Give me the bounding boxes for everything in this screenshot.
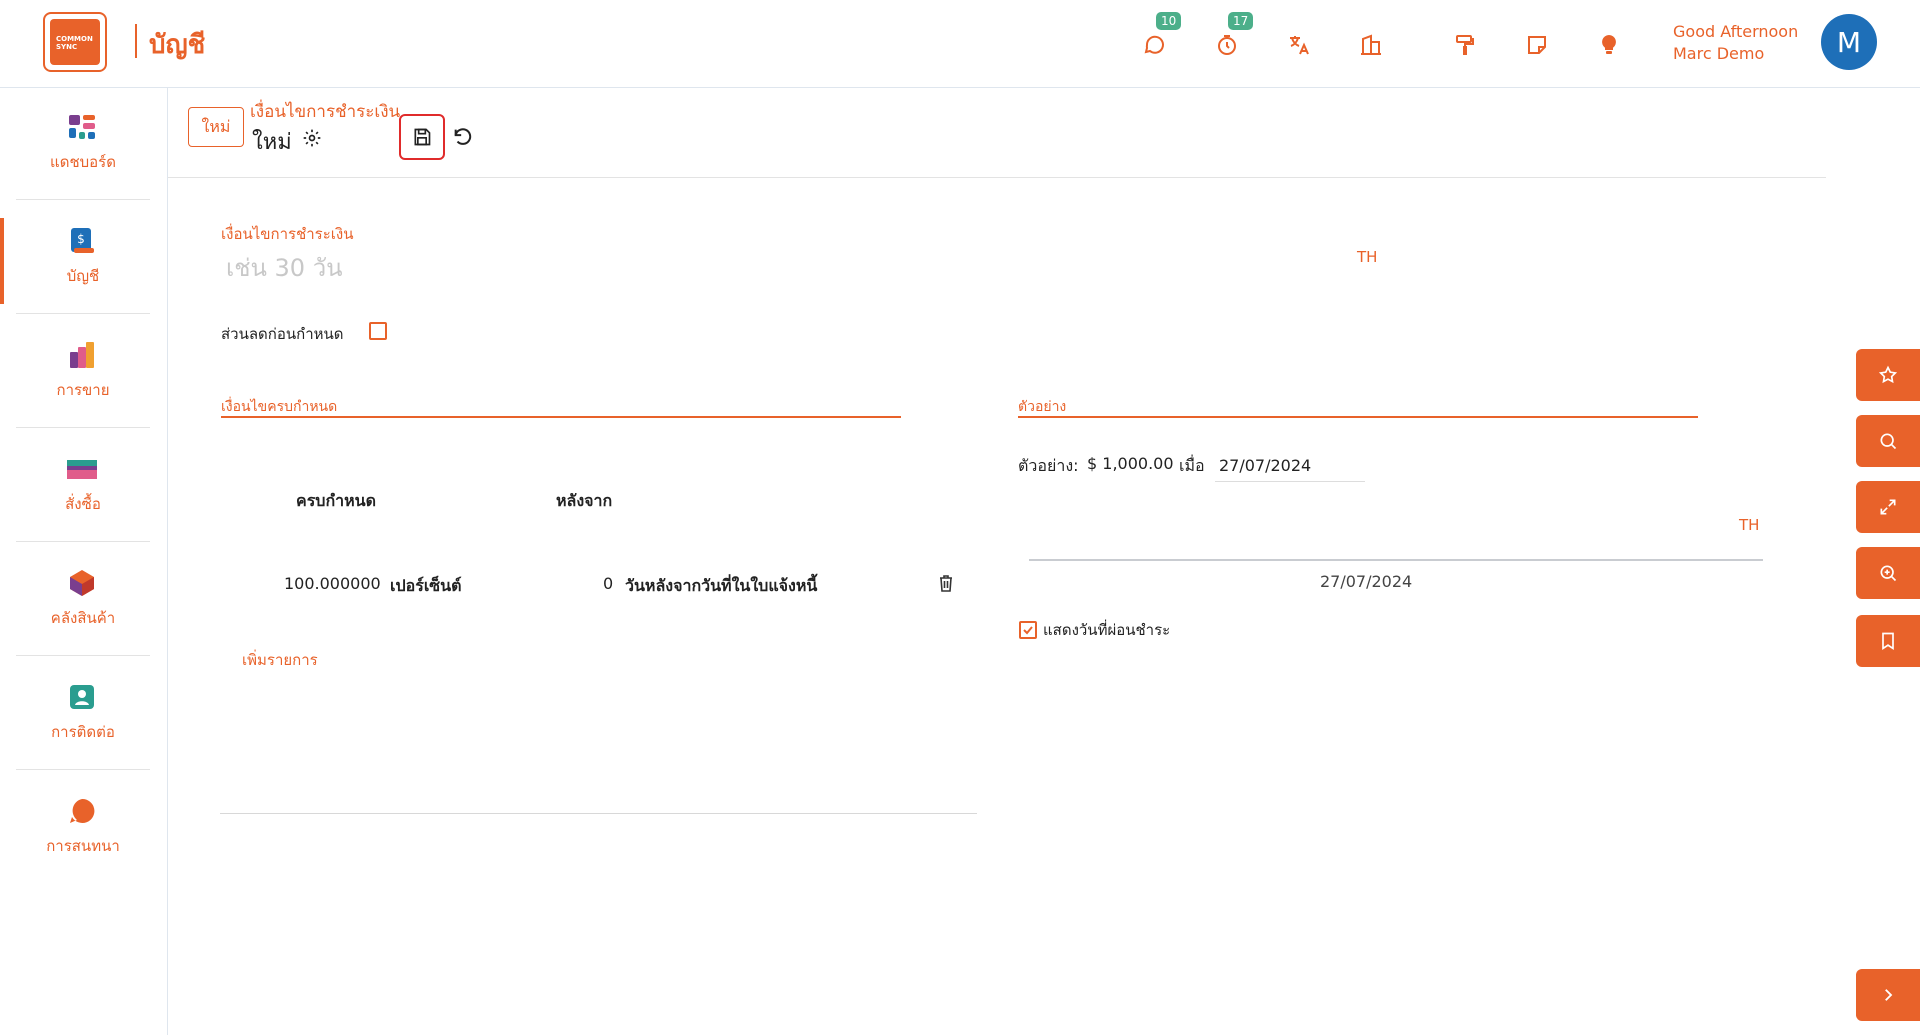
date-input-underline: [1215, 481, 1365, 482]
timeline-date: 27/07/2024: [1320, 572, 1413, 591]
inventory-icon: [70, 570, 94, 596]
sidebar-item-label: แดชบอร์ด: [50, 153, 116, 171]
example-amount: $ 1,000.00: [1087, 454, 1174, 473]
top-bar: COMMON SYNC บัญชี 10 17 Good Afternoon M…: [0, 0, 1920, 88]
column-header-due: ครบกำหนด: [296, 491, 376, 510]
active-indicator: [0, 218, 4, 304]
record-name: ใหม่: [252, 130, 292, 155]
example-title: ตัวอย่าง: [1018, 399, 1067, 415]
accounting-icon: $: [71, 228, 94, 253]
table-bottom-divider: [220, 813, 977, 814]
user-greeting: Good Afternoon Marc Demo: [1673, 21, 1798, 65]
example-divider: [1018, 416, 1698, 418]
example-when: เมื่อ: [1179, 456, 1205, 475]
sidebar-item-accounting[interactable]: $ บัญชี: [16, 202, 150, 314]
search-icon: [1880, 433, 1897, 450]
chevron-right-icon: [1885, 989, 1893, 1001]
zoom-button[interactable]: [1856, 547, 1920, 599]
purchase-icon: [67, 460, 97, 479]
user-name: Marc Demo: [1673, 44, 1765, 63]
discard-button[interactable]: [450, 124, 476, 150]
paint-roller-icon[interactable]: [1450, 30, 1480, 60]
sidebar-item-inventory[interactable]: คลังสินค้า: [16, 544, 150, 656]
favorite-button[interactable]: [1856, 349, 1920, 401]
row-after-text[interactable]: วันหลังจากวันที่ในใบแจ้งหนี้: [625, 574, 817, 599]
example-date-input[interactable]: 27/07/2024: [1219, 456, 1311, 475]
due-terms-divider: [221, 416, 901, 418]
language-tag[interactable]: TH: [1357, 248, 1377, 266]
sidebar: แดชบอร์ด $ บัญชี การขาย สั่งซื้อ คลังสิน…: [0, 88, 168, 1035]
due-terms-title: เงื่อนไขครบกำหนด: [221, 399, 338, 415]
row-days[interactable]: 0: [603, 574, 613, 593]
sidebar-item-label: สั่งซื้อ: [65, 495, 101, 513]
next-button[interactable]: [1856, 969, 1920, 1021]
sidebar-item-label: การสนทนา: [46, 837, 120, 855]
lightbulb-icon[interactable]: [1594, 30, 1624, 60]
sidebar-item-sales[interactable]: การขาย: [16, 316, 150, 428]
save-button[interactable]: [399, 114, 445, 160]
show-installments-label: แสดงวันที่ผ่อนชำระ: [1043, 621, 1171, 639]
greeting-text: Good Afternoon: [1673, 22, 1799, 41]
example-language-tag[interactable]: TH: [1739, 516, 1759, 534]
discuss-icon: [70, 798, 95, 823]
avatar[interactable]: M: [1821, 14, 1877, 70]
translate-icon[interactable]: [1284, 30, 1314, 60]
show-installments-checkbox[interactable]: [1019, 621, 1037, 639]
payment-terms-label: เงื่อนไขการชำระเงิน: [221, 225, 354, 243]
status-badge[interactable]: ใหม่: [188, 107, 244, 147]
undo-icon: [454, 128, 472, 145]
bookmark-button[interactable]: [1856, 615, 1920, 667]
company-icon[interactable]: [1356, 30, 1386, 60]
dashboard-icon: [69, 115, 95, 139]
contacts-icon: [70, 685, 94, 709]
zoom-icon: [1880, 565, 1897, 582]
sidebar-item-discuss[interactable]: การสนทนา: [16, 772, 150, 884]
check-icon: [1023, 626, 1033, 635]
sidebar-item-label: การขาย: [56, 381, 110, 399]
star-icon: [1878, 365, 1898, 384]
bookmark-icon: [1882, 632, 1894, 651]
search-button[interactable]: [1856, 415, 1920, 467]
timer-icon[interactable]: 17: [1212, 12, 1254, 60]
sidebar-item-label: การติดต่อ: [51, 723, 115, 741]
header-divider: [168, 177, 1826, 178]
svg-text:$: $: [77, 232, 85, 246]
app-logo[interactable]: COMMON SYNC: [43, 12, 107, 72]
sidebar-item-dashboard[interactable]: แดชบอร์ด: [16, 88, 150, 200]
example-prefix: ตัวอย่าง:: [1018, 456, 1079, 475]
gear-icon[interactable]: [302, 128, 322, 148]
logo-text: COMMON SYNC: [50, 19, 100, 65]
expand-button[interactable]: [1856, 481, 1920, 533]
row-value[interactable]: 100.000000: [284, 574, 381, 593]
example-timeline: [1029, 559, 1763, 561]
sales-icon: [70, 342, 94, 368]
chat-badge: 10: [1156, 12, 1182, 30]
trash-icon[interactable]: [938, 574, 954, 592]
sidebar-item-contacts[interactable]: การติดต่อ: [16, 658, 150, 770]
early-discount-checkbox[interactable]: [369, 322, 387, 340]
save-icon: [414, 128, 431, 146]
sidebar-item-purchase[interactable]: สั่งซื้อ: [16, 430, 150, 542]
brand-separator: [135, 24, 137, 58]
sticky-note-icon[interactable]: [1522, 30, 1552, 60]
row-unit[interactable]: เปอร์เซ็นต์: [390, 574, 461, 599]
chat-icon[interactable]: 10: [1140, 12, 1182, 60]
sidebar-item-label: คลังสินค้า: [50, 609, 116, 627]
sidebar-item-label: บัญชี: [66, 267, 100, 285]
payment-terms-input[interactable]: เช่น 30 วัน: [226, 248, 343, 287]
expand-icon: [1880, 499, 1896, 515]
column-header-after: หลังจาก: [556, 491, 613, 510]
module-title: บัญชี: [149, 30, 206, 60]
early-discount-label: ส่วนลดก่อนกำหนด: [221, 325, 344, 343]
breadcrumb[interactable]: เงื่อนไขการชำระเงิน: [250, 98, 400, 125]
add-line-link[interactable]: เพิ่มรายการ: [242, 648, 318, 672]
timer-badge: 17: [1228, 12, 1254, 30]
